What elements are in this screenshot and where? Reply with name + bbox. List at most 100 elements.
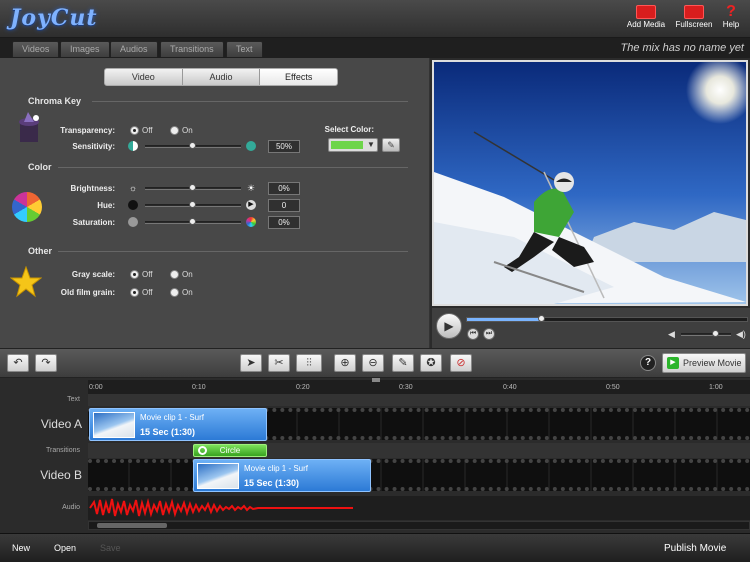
select-tool-button[interactable]: ➤ xyxy=(240,354,262,372)
hue-knob[interactable] xyxy=(189,201,196,208)
zoom-out-icon: ⊖ xyxy=(368,357,378,369)
video-a-clip[interactable]: Movie clip 1 - Surf 15 Sec (1:30) xyxy=(89,408,267,441)
transparency-on-radio[interactable] xyxy=(170,126,179,135)
zoom-in-button[interactable]: ⊕ xyxy=(334,354,356,372)
saturation-knob[interactable] xyxy=(189,218,196,225)
transitions-track-label: Transitions xyxy=(46,447,80,454)
filmgrain-off-radio[interactable] xyxy=(130,288,139,297)
timeline-scrollbar[interactable] xyxy=(88,521,750,530)
clip-thumbnail xyxy=(197,463,239,489)
help-button[interactable]: ? Help xyxy=(712,3,750,37)
undo-button[interactable]: ↶ xyxy=(7,354,29,372)
scrollbar-thumb[interactable] xyxy=(97,523,167,528)
hue-high-icon: ▶ xyxy=(246,200,256,210)
effects-tool-button[interactable]: ✪ xyxy=(420,354,442,372)
chroma-key-heading: Chroma Key xyxy=(28,96,82,106)
volume-slider[interactable] xyxy=(681,333,731,336)
ruler-tick: 0:00 xyxy=(89,384,103,391)
sensitivity-value[interactable]: 50% xyxy=(268,140,300,153)
tab-audios[interactable]: Audios xyxy=(110,41,158,57)
other-heading: Other xyxy=(28,246,53,256)
tab-videos[interactable]: Videos xyxy=(12,41,60,57)
play-button[interactable]: ▶ xyxy=(436,313,462,339)
brightness-low-icon: ☼ xyxy=(128,183,138,193)
circle-transition-icon xyxy=(198,446,207,455)
panel-tabs: Video Audio Effects xyxy=(104,68,338,86)
sensitivity-label: Sensitivity: xyxy=(72,142,115,151)
timeline-ruler[interactable] xyxy=(88,380,750,394)
sensitivity-knob[interactable] xyxy=(189,142,196,149)
grayscale-on-radio[interactable] xyxy=(170,270,179,279)
tab-transitions[interactable]: Transitions xyxy=(160,41,224,57)
ruler-tick: 0:10 xyxy=(192,384,206,391)
saturation-value[interactable]: 0% xyxy=(268,216,300,229)
save-button[interactable]: Save xyxy=(100,543,121,553)
filmgrain-on-label: On xyxy=(182,288,193,297)
sensitivity-low-icon xyxy=(128,141,138,151)
tab-text[interactable]: Text xyxy=(226,41,263,57)
transparency-off-label: Off xyxy=(142,126,153,135)
grayscale-off-radio[interactable] xyxy=(130,270,139,279)
preview-frame-image xyxy=(434,62,746,304)
help-icon: ? xyxy=(644,357,652,368)
grayscale-label: Gray scale: xyxy=(71,270,115,279)
video-b-track[interactable] xyxy=(88,459,750,491)
chroma-key-icon xyxy=(14,110,44,144)
grayscale-on-label: On xyxy=(182,270,193,279)
tab-images[interactable]: Images xyxy=(60,41,110,57)
color-select-dropdown[interactable]: ▼ xyxy=(328,138,378,152)
preview-movie-button[interactable]: ▶ Preview Movie xyxy=(662,353,746,373)
eyedropper-button[interactable]: ✎ xyxy=(382,138,400,152)
redo-icon: ↷ xyxy=(41,357,51,369)
transitions-track[interactable] xyxy=(88,443,750,458)
hue-low-icon xyxy=(128,200,138,210)
zoom-out-button[interactable]: ⊖ xyxy=(362,354,384,372)
playhead-marker[interactable] xyxy=(372,378,380,382)
grayscale-off-label: Off xyxy=(142,270,153,279)
divider xyxy=(58,251,408,252)
adjust-tool-button[interactable]: ⫶⫶ xyxy=(296,354,322,372)
text-track[interactable] xyxy=(88,394,750,406)
publish-movie-button[interactable]: Publish Movie xyxy=(664,543,726,554)
clear-icon: ⊘ xyxy=(456,357,466,369)
panel-tab-effects[interactable]: Effects xyxy=(260,69,337,85)
color-swatch xyxy=(331,141,363,149)
skip-forward-icon: ⏭ xyxy=(485,330,493,337)
help-icon: ? xyxy=(726,3,736,20)
audio-track[interactable] xyxy=(88,496,750,520)
filmgrain-label: Old film grain: xyxy=(60,288,115,297)
text-track-label: Text xyxy=(67,396,80,403)
pen-tool-button[interactable]: ✎ xyxy=(392,354,414,372)
panel-tab-video[interactable]: Video xyxy=(105,69,183,85)
chevron-down-icon: ▼ xyxy=(367,140,375,149)
brightness-high-icon: ☀ xyxy=(246,183,256,193)
transition-clip[interactable]: Circle xyxy=(193,444,267,457)
mix-name[interactable]: The mix has no name yet xyxy=(620,42,744,54)
transparency-off-radio[interactable] xyxy=(130,126,139,135)
panel-tab-audio[interactable]: Audio xyxy=(183,69,261,85)
sliders-icon: ⫶⫶ xyxy=(306,357,312,369)
clear-tool-button[interactable]: ⊘ xyxy=(450,354,472,372)
brightness-knob[interactable] xyxy=(189,184,196,191)
redo-button[interactable]: ↷ xyxy=(35,354,57,372)
previous-button[interactable]: ⏮ xyxy=(467,328,479,340)
saturation-high-icon xyxy=(246,217,256,227)
clip-thumbnail xyxy=(93,412,135,438)
filmgrain-on-radio[interactable] xyxy=(170,288,179,297)
open-button[interactable]: Open xyxy=(54,543,76,553)
pointer-icon: ➤ xyxy=(246,357,256,369)
hue-value[interactable]: 0 xyxy=(268,199,300,212)
fullscreen-button[interactable]: Fullscreen xyxy=(670,3,718,37)
new-button[interactable]: New xyxy=(12,543,30,553)
next-button[interactable]: ⏭ xyxy=(483,328,495,340)
filmgrain-off-label: Off xyxy=(142,288,153,297)
seek-bar[interactable] xyxy=(466,317,748,322)
volume-knob[interactable] xyxy=(712,330,719,337)
split-tool-button[interactable]: ✂ xyxy=(268,354,290,372)
video-b-clip[interactable]: Movie clip 1 - Surf 15 Sec (1:30) xyxy=(193,459,371,492)
transition-label: Circle xyxy=(219,446,241,455)
brightness-value[interactable]: 0% xyxy=(268,182,300,195)
timeline-help-button[interactable]: ? xyxy=(640,355,656,371)
video-a-track-label: Video A xyxy=(40,417,82,431)
add-media-button[interactable]: Add Media xyxy=(622,3,670,37)
